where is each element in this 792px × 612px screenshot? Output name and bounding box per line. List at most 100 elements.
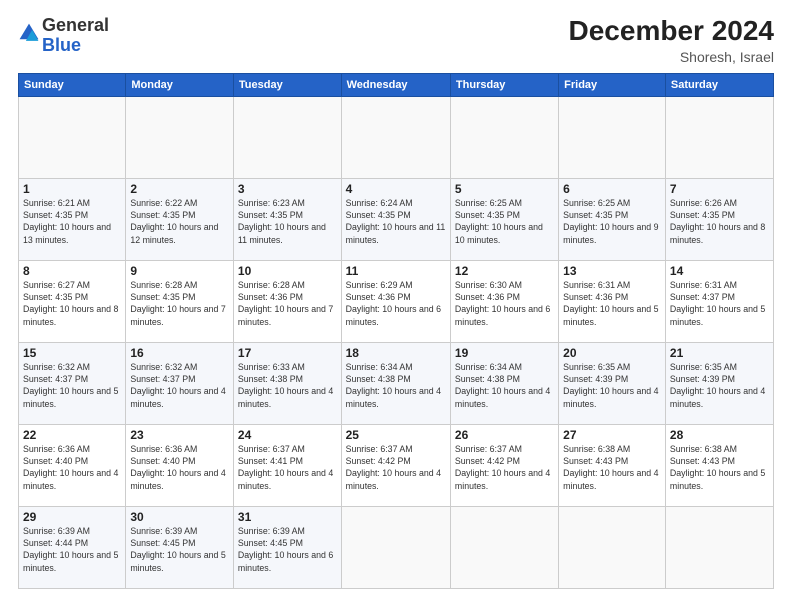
day-info: Sunrise: 6:21 AMSunset: 4:35 PMDaylight:… <box>23 198 111 245</box>
day-info: Sunrise: 6:38 AMSunset: 4:43 PMDaylight:… <box>670 444 765 491</box>
header: General Blue December 2024 Shoresh, Isra… <box>18 16 774 65</box>
day-number: 25 <box>346 428 446 442</box>
col-wednesday: Wednesday <box>341 73 450 96</box>
day-info: Sunrise: 6:28 AMSunset: 4:36 PMDaylight:… <box>238 280 333 327</box>
table-row: 9 Sunrise: 6:28 AMSunset: 4:35 PMDayligh… <box>126 260 234 342</box>
day-number: 8 <box>23 264 121 278</box>
day-number: 6 <box>563 182 661 196</box>
col-thursday: Thursday <box>450 73 558 96</box>
day-info: Sunrise: 6:35 AMSunset: 4:39 PMDaylight:… <box>563 362 658 409</box>
table-row: 22 Sunrise: 6:36 AMSunset: 4:40 PMDaylig… <box>19 424 126 506</box>
col-sunday: Sunday <box>19 73 126 96</box>
table-row <box>341 96 450 178</box>
day-info: Sunrise: 6:37 AMSunset: 4:41 PMDaylight:… <box>238 444 333 491</box>
table-row: 7 Sunrise: 6:26 AMSunset: 4:35 PMDayligh… <box>665 178 773 260</box>
table-row: 29 Sunrise: 6:39 AMSunset: 4:44 PMDaylig… <box>19 506 126 588</box>
table-row <box>341 506 450 588</box>
day-number: 18 <box>346 346 446 360</box>
day-number: 10 <box>238 264 337 278</box>
calendar-week-row: 1 Sunrise: 6:21 AMSunset: 4:35 PMDayligh… <box>19 178 774 260</box>
day-info: Sunrise: 6:32 AMSunset: 4:37 PMDaylight:… <box>23 362 118 409</box>
table-row: 4 Sunrise: 6:24 AMSunset: 4:35 PMDayligh… <box>341 178 450 260</box>
day-number: 1 <box>23 182 121 196</box>
calendar-week-row: 29 Sunrise: 6:39 AMSunset: 4:44 PMDaylig… <box>19 506 774 588</box>
col-tuesday: Tuesday <box>233 73 341 96</box>
day-info: Sunrise: 6:36 AMSunset: 4:40 PMDaylight:… <box>130 444 225 491</box>
day-info: Sunrise: 6:34 AMSunset: 4:38 PMDaylight:… <box>346 362 441 409</box>
day-number: 9 <box>130 264 229 278</box>
logo-general-text: General <box>42 15 109 35</box>
table-row: 3 Sunrise: 6:23 AMSunset: 4:35 PMDayligh… <box>233 178 341 260</box>
month-year: December 2024 <box>569 16 774 47</box>
day-info: Sunrise: 6:25 AMSunset: 4:35 PMDaylight:… <box>563 198 658 245</box>
day-number: 20 <box>563 346 661 360</box>
day-info: Sunrise: 6:39 AMSunset: 4:44 PMDaylight:… <box>23 526 118 573</box>
day-number: 15 <box>23 346 121 360</box>
day-info: Sunrise: 6:31 AMSunset: 4:36 PMDaylight:… <box>563 280 658 327</box>
table-row: 11 Sunrise: 6:29 AMSunset: 4:36 PMDaylig… <box>341 260 450 342</box>
calendar-week-row: 15 Sunrise: 6:32 AMSunset: 4:37 PMDaylig… <box>19 342 774 424</box>
day-info: Sunrise: 6:27 AMSunset: 4:35 PMDaylight:… <box>23 280 118 327</box>
day-number: 27 <box>563 428 661 442</box>
table-row: 27 Sunrise: 6:38 AMSunset: 4:43 PMDaylig… <box>559 424 666 506</box>
day-number: 12 <box>455 264 554 278</box>
day-number: 26 <box>455 428 554 442</box>
title-block: December 2024 Shoresh, Israel <box>569 16 774 65</box>
col-monday: Monday <box>126 73 234 96</box>
table-row <box>233 96 341 178</box>
day-info: Sunrise: 6:31 AMSunset: 4:37 PMDaylight:… <box>670 280 765 327</box>
day-number: 21 <box>670 346 769 360</box>
table-row: 10 Sunrise: 6:28 AMSunset: 4:36 PMDaylig… <box>233 260 341 342</box>
day-info: Sunrise: 6:28 AMSunset: 4:35 PMDaylight:… <box>130 280 225 327</box>
table-row: 30 Sunrise: 6:39 AMSunset: 4:45 PMDaylig… <box>126 506 234 588</box>
col-saturday: Saturday <box>665 73 773 96</box>
table-row <box>450 96 558 178</box>
table-row: 21 Sunrise: 6:35 AMSunset: 4:39 PMDaylig… <box>665 342 773 424</box>
day-info: Sunrise: 6:29 AMSunset: 4:36 PMDaylight:… <box>346 280 441 327</box>
day-number: 3 <box>238 182 337 196</box>
day-info: Sunrise: 6:33 AMSunset: 4:38 PMDaylight:… <box>238 362 333 409</box>
day-number: 28 <box>670 428 769 442</box>
day-info: Sunrise: 6:36 AMSunset: 4:40 PMDaylight:… <box>23 444 118 491</box>
day-info: Sunrise: 6:38 AMSunset: 4:43 PMDaylight:… <box>563 444 658 491</box>
table-row <box>559 96 666 178</box>
table-row <box>665 96 773 178</box>
table-row: 1 Sunrise: 6:21 AMSunset: 4:35 PMDayligh… <box>19 178 126 260</box>
table-row: 16 Sunrise: 6:32 AMSunset: 4:37 PMDaylig… <box>126 342 234 424</box>
day-number: 31 <box>238 510 337 524</box>
day-number: 7 <box>670 182 769 196</box>
day-info: Sunrise: 6:32 AMSunset: 4:37 PMDaylight:… <box>130 362 225 409</box>
table-row: 28 Sunrise: 6:38 AMSunset: 4:43 PMDaylig… <box>665 424 773 506</box>
table-row <box>559 506 666 588</box>
table-row: 26 Sunrise: 6:37 AMSunset: 4:42 PMDaylig… <box>450 424 558 506</box>
day-number: 17 <box>238 346 337 360</box>
table-row: 31 Sunrise: 6:39 AMSunset: 4:45 PMDaylig… <box>233 506 341 588</box>
table-row: 8 Sunrise: 6:27 AMSunset: 4:35 PMDayligh… <box>19 260 126 342</box>
day-info: Sunrise: 6:37 AMSunset: 4:42 PMDaylight:… <box>455 444 550 491</box>
table-row: 25 Sunrise: 6:37 AMSunset: 4:42 PMDaylig… <box>341 424 450 506</box>
day-number: 19 <box>455 346 554 360</box>
day-info: Sunrise: 6:37 AMSunset: 4:42 PMDaylight:… <box>346 444 441 491</box>
table-row <box>19 96 126 178</box>
day-number: 14 <box>670 264 769 278</box>
table-row <box>450 506 558 588</box>
logo-icon <box>18 22 40 44</box>
table-row <box>126 96 234 178</box>
calendar-table: Sunday Monday Tuesday Wednesday Thursday… <box>18 73 774 589</box>
day-info: Sunrise: 6:39 AMSunset: 4:45 PMDaylight:… <box>238 526 333 573</box>
day-number: 29 <box>23 510 121 524</box>
logo: General Blue <box>18 16 109 56</box>
day-number: 2 <box>130 182 229 196</box>
day-info: Sunrise: 6:34 AMSunset: 4:38 PMDaylight:… <box>455 362 550 409</box>
table-row: 20 Sunrise: 6:35 AMSunset: 4:39 PMDaylig… <box>559 342 666 424</box>
day-number: 16 <box>130 346 229 360</box>
table-row: 17 Sunrise: 6:33 AMSunset: 4:38 PMDaylig… <box>233 342 341 424</box>
table-row: 13 Sunrise: 6:31 AMSunset: 4:36 PMDaylig… <box>559 260 666 342</box>
day-number: 22 <box>23 428 121 442</box>
day-info: Sunrise: 6:24 AMSunset: 4:35 PMDaylight:… <box>346 198 446 245</box>
day-number: 24 <box>238 428 337 442</box>
table-row: 6 Sunrise: 6:25 AMSunset: 4:35 PMDayligh… <box>559 178 666 260</box>
day-info: Sunrise: 6:39 AMSunset: 4:45 PMDaylight:… <box>130 526 225 573</box>
day-info: Sunrise: 6:23 AMSunset: 4:35 PMDaylight:… <box>238 198 326 245</box>
table-row: 19 Sunrise: 6:34 AMSunset: 4:38 PMDaylig… <box>450 342 558 424</box>
